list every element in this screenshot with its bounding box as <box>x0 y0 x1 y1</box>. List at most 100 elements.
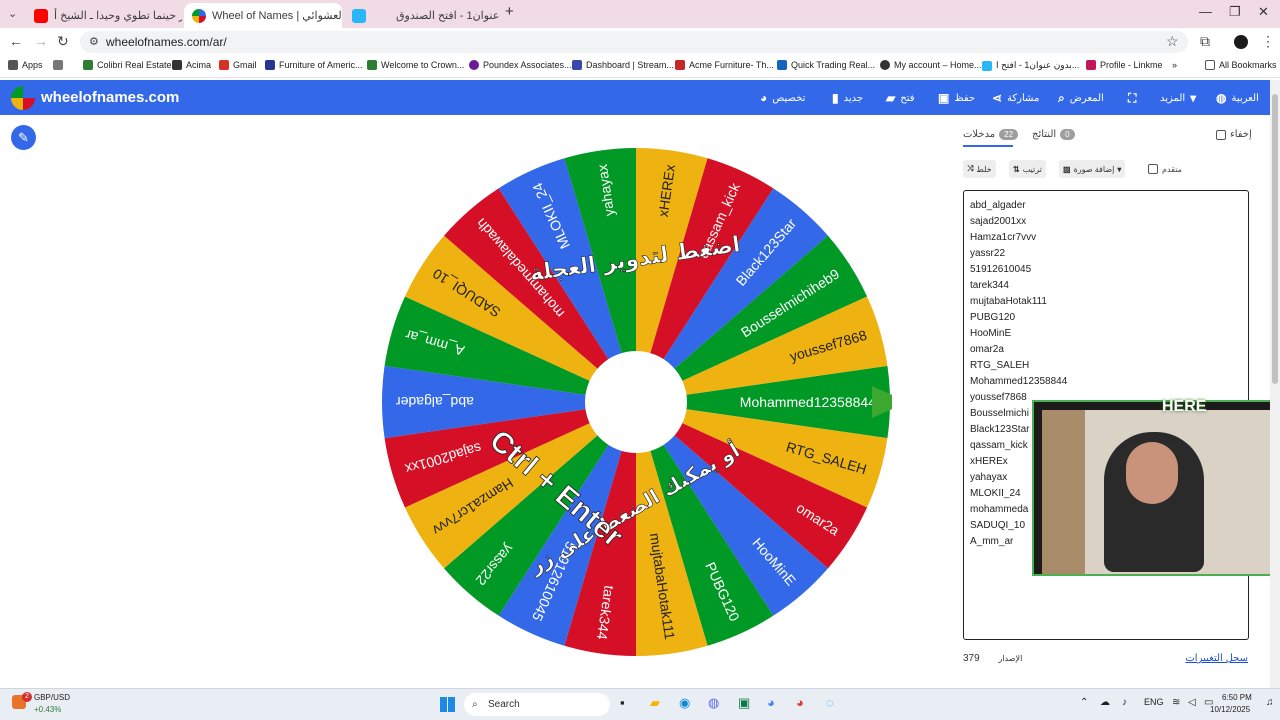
extensions-icon[interactable]: ⧉ <box>1200 33 1210 50</box>
task-view-icon[interactable]: ▪ <box>620 695 625 710</box>
wheel-container[interactable]: Mohammed12358844 RTG_SALEH omar2a HooMinE PU… <box>380 146 908 658</box>
menu-open[interactable]: ▰ فتح <box>886 91 915 105</box>
entry-line[interactable]: abd_algader <box>970 198 1248 214</box>
entry-line[interactable]: omar2a <box>970 342 1248 358</box>
menu-label: جديد <box>843 92 864 104</box>
app-icon[interactable]: ▣ <box>738 695 750 711</box>
entry-line[interactable]: 51912610045 <box>970 262 1248 278</box>
bookmark-my-account[interactable]: My account – Home... <box>880 60 982 70</box>
back-icon[interactable]: ← <box>9 33 23 49</box>
sort-button[interactable]: ⇅ ترتيب <box>1009 160 1046 178</box>
app-alt-icon[interactable]: ◌ <box>826 695 834 710</box>
menu-fullscreen[interactable]: ⛶ <box>1128 91 1136 106</box>
entry-line[interactable]: Mohammed12358844 <box>970 374 1248 390</box>
bookmark-crown[interactable]: Welcome to Crown... <box>367 60 464 70</box>
windows-start-icon[interactable] <box>440 697 455 712</box>
entry-line[interactable]: Hamza1cr7vvv <box>970 230 1248 246</box>
edge-icon[interactable]: ◉ <box>679 695 690 711</box>
reload-icon[interactable]: ↻ <box>57 33 69 50</box>
tab-search-icon[interactable]: ⌄ <box>8 7 17 20</box>
forward-icon[interactable]: → <box>34 33 48 49</box>
linkme-icon <box>1086 60 1096 70</box>
advanced-checkbox[interactable] <box>1148 164 1158 174</box>
speaker-icon[interactable]: ◁ <box>1188 697 1196 708</box>
advanced-toggle[interactable]: متقدم <box>1148 164 1182 174</box>
microphone-icon[interactable]: ♪ <box>1122 697 1127 708</box>
chrome-alt-icon[interactable]: ◕ <box>796 695 804 710</box>
entry-line[interactable]: PUBG120 <box>970 310 1248 326</box>
tab-open-box[interactable]: بدون عنوان1 - افتح الصندوق ✕ <box>344 3 500 28</box>
menu-label: العربية <box>1231 92 1259 104</box>
scrollbar-thumb[interactable] <box>1272 94 1278 384</box>
menu-more[interactable]: المزيد ▾ <box>1160 91 1196 105</box>
edit-pencil-icon[interactable]: ✎ <box>11 125 36 150</box>
language-indicator[interactable]: ENG <box>1144 697 1164 707</box>
taskbar-search[interactable]: ⌕ Search <box>464 693 610 716</box>
menu-new[interactable]: ▮ جديد <box>832 91 863 105</box>
tab-wheel-of-names[interactable]: Wheel of Names | مسم العشوائي ✕ <box>184 3 342 28</box>
site-info-icon[interactable]: ⚙ <box>89 35 99 48</box>
restore-icon[interactable]: ❐ <box>1229 4 1241 20</box>
shuffle-button[interactable]: ⤨ خلط <box>963 160 996 178</box>
bookmark-acme[interactable]: Acme Furniture- Th... <box>675 60 774 70</box>
cloud-icon[interactable]: ☁ <box>1100 697 1110 708</box>
clock-time[interactable]: 6:50 PM <box>1222 693 1252 702</box>
bookmark-star-icon[interactable]: ☆ <box>1166 33 1179 50</box>
entry-line[interactable]: mujtabaHotak111 <box>970 294 1248 310</box>
bookmark-open-box[interactable]: بدون عنوان1 - افتح ا... <box>982 60 1079 71</box>
address-bar[interactable]: wheelofnames.com/ar/ <box>80 31 1188 53</box>
bookmark-apps[interactable]: Apps <box>8 60 43 70</box>
file-explorer-icon[interactable]: ▰ <box>650 695 660 711</box>
tab-results[interactable]: النتائج 0 <box>1032 129 1075 140</box>
menu-customize[interactable]: ◕ تخصيص <box>760 91 805 105</box>
clock-date[interactable]: 10/12/2025 <box>1210 705 1250 714</box>
tray-chevron-icon[interactable]: ⌃ <box>1080 697 1088 708</box>
bookmark-gmail[interactable]: Gmail <box>219 60 257 70</box>
tab-entries[interactable]: مدخلات 22 <box>963 129 1019 140</box>
app-header: wheelofnames.com ◕ تخصيص ▮ جديد ▰ فتح ▣ حفظ … <box>0 80 1270 115</box>
youtube-icon <box>34 8 48 23</box>
entry-line[interactable]: HooMinE <box>970 326 1248 342</box>
entry-line[interactable]: yassr22 <box>970 246 1248 262</box>
changelog-link[interactable]: سجل التغييرات <box>1185 653 1248 664</box>
entry-line[interactable]: tarek344 <box>970 278 1248 294</box>
bookmarks-bar: Apps Colibri Real Estate Acima Gmail Fur… <box>0 56 1280 78</box>
menu-language[interactable]: ◍ العربية <box>1216 91 1259 105</box>
bookmark-linkme[interactable]: Profile - Linkme <box>1086 60 1163 70</box>
menu-save[interactable]: ▣ حفظ <box>938 91 975 105</box>
discord-icon[interactable]: ◍ <box>708 695 719 711</box>
wheel-center-hub[interactable] <box>585 351 687 453</box>
name-wheel[interactable]: Mohammed12358844RTG_SALEHomar2aHooMinEPU… <box>380 146 908 658</box>
bookmark-dashboard[interactable]: Dashboard | Stream... <box>572 60 674 70</box>
chrome-icon[interactable]: ◕ <box>767 695 775 710</box>
page-scrollbar[interactable] <box>1270 80 1280 690</box>
wifi-icon[interactable]: ≋ <box>1172 697 1180 708</box>
bookmark-acima[interactable]: Acima <box>172 60 211 70</box>
entry-line[interactable]: RTG_SALEH <box>970 358 1248 374</box>
wheel-logo-icon[interactable] <box>11 86 35 110</box>
notification-bell-icon[interactable]: ♫ <box>1266 697 1274 708</box>
minimize-icon[interactable]: — <box>1199 4 1212 19</box>
bookmark-poundex[interactable]: Poundex Associates... <box>469 60 572 70</box>
brand-name[interactable]: wheelofnames.com <box>41 89 179 106</box>
menu-label: المزيد <box>1160 92 1186 104</box>
menu-share[interactable]: ⋖ مشاركة <box>992 91 1039 105</box>
hide-checkbox[interactable] <box>1216 129 1226 140</box>
bookmark-quick-trading[interactable]: Quick Trading Real... <box>777 60 875 70</box>
hide-toggle[interactable]: إخفاء <box>1216 129 1252 140</box>
profile-avatar[interactable] <box>1234 35 1248 49</box>
add-image-button[interactable]: ▨ إضافة صورة ▾ <box>1059 160 1126 178</box>
bookmark-colibri[interactable]: Colibri Real Estate <box>83 60 172 70</box>
bookmark-grid[interactable] <box>53 60 67 70</box>
entry-line[interactable]: sajad2001xx <box>970 214 1248 230</box>
new-tab-icon[interactable]: + <box>505 3 514 20</box>
kebab-menu-icon[interactable]: ⋮ <box>1261 33 1275 50</box>
bookmark-furniture[interactable]: Furniture of Americ... <box>265 60 363 70</box>
all-bookmarks[interactable]: All Bookmarks <box>1205 60 1277 70</box>
more-bookmarks-icon[interactable]: » <box>1172 60 1177 70</box>
tab-youtube[interactable]: تذكر حينما تطوي وحيدا ـ الشيخ أ... ✕ <box>26 3 182 28</box>
widget-title[interactable]: GBP/USD <box>34 693 70 702</box>
close-window-icon[interactable]: ✕ <box>1258 4 1269 20</box>
menu-gallery[interactable]: ⌕ المعرض <box>1058 91 1104 106</box>
shuffle-icon: ⤨ <box>967 164 974 173</box>
